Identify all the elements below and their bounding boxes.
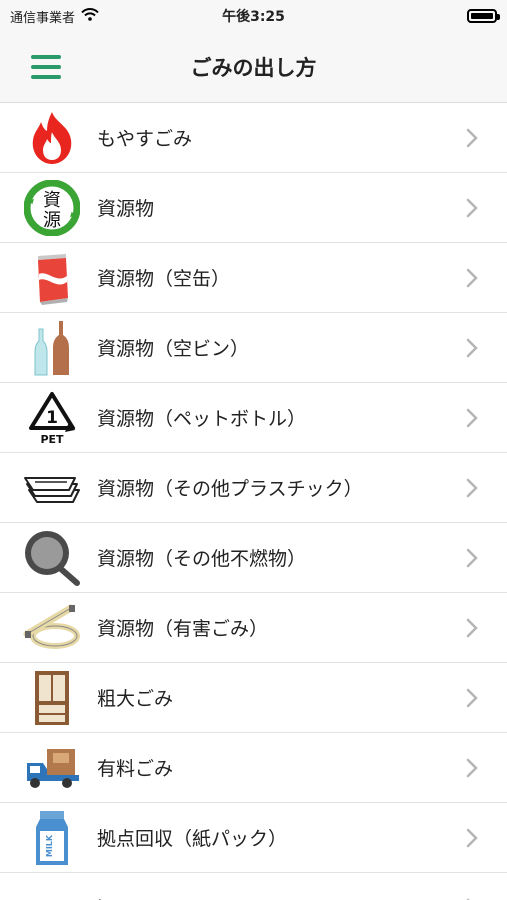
bottles-icon [23, 319, 81, 377]
list-item-oversized[interactable]: 粗大ごみ [0, 663, 507, 733]
cabinet-icon [23, 669, 81, 727]
list-item-cans[interactable]: 資源物（空缶） [0, 243, 507, 313]
hamburger-menu-icon[interactable] [31, 55, 61, 79]
list-item-label: 資源物（その他プラスチック） [97, 478, 363, 500]
chevron-right-icon [457, 618, 487, 638]
chevron-right-icon [457, 268, 487, 288]
list-item-label: 資源物（ペットボトル） [97, 408, 307, 430]
list-item-hazardous[interactable]: 資源物（有害ごみ） [0, 593, 507, 663]
page-title: ごみの出し方 [190, 56, 317, 80]
svg-text:1: 1 [46, 408, 58, 428]
list-item-label: 粗大ごみ [97, 688, 174, 710]
svg-text:源: 源 [43, 210, 61, 231]
list-item-bottles[interactable]: 資源物（空ビン） [0, 313, 507, 383]
chevron-right-icon [457, 548, 487, 568]
list-item-label: 泥 [97, 894, 457, 900]
frying-pan-icon [23, 529, 81, 587]
flame-icon [23, 109, 81, 167]
list-item-other-plastics[interactable]: 資源物（その他プラスチック） [0, 453, 507, 523]
svg-text:資: 資 [43, 190, 61, 211]
list-item-label: 資源物（空ビン） [97, 338, 250, 360]
status-left: 通信事業者 [10, 7, 99, 26]
can-icon [23, 249, 81, 307]
list-item-paid-collection[interactable]: 有料ごみ [0, 733, 507, 803]
chevron-right-icon [457, 758, 487, 778]
svg-text:MILK: MILK [45, 834, 54, 857]
list-item-pet-bottles[interactable]: 1 PET 資源物（ペットボトル） [0, 383, 507, 453]
recycle-resource-icon: 資 源 [23, 179, 81, 237]
list-item-burnable[interactable]: もやすごみ [0, 103, 507, 173]
chevron-right-icon [457, 198, 487, 218]
svg-text:PET: PET [40, 433, 64, 446]
truck-icon [23, 739, 81, 797]
fluorescent-lamp-icon [23, 599, 81, 657]
battery-icon [467, 9, 500, 23]
list-item-resources[interactable]: 資 源 資源物 [0, 173, 507, 243]
status-bar: 通信事業者 午後3:25 [0, 0, 507, 32]
list-item-label: 有料ごみ [97, 758, 174, 780]
milk-carton-icon: MILK [23, 809, 81, 867]
carrier-label: 通信事業者 [10, 10, 76, 26]
garbage-category-list: もやすごみ 資 源 資源物 資源物（空缶） 資源物（空ビン） 1 PET 資源物… [0, 103, 507, 900]
chevron-right-icon [457, 128, 487, 148]
list-item-mud[interactable]: 泥 [0, 873, 507, 900]
wifi-icon [81, 7, 99, 25]
list-item-label: 資源物 [97, 198, 155, 220]
chevron-right-icon [457, 478, 487, 498]
list-item-label: 資源物（その他不燃物） [97, 548, 307, 570]
mud-icon [23, 879, 81, 900]
chevron-right-icon [457, 688, 487, 708]
list-item-paper-packs[interactable]: MILK 拠点回収（紙パック） [0, 803, 507, 873]
list-item-label: もやすごみ [97, 128, 193, 150]
plastic-trays-icon [23, 459, 81, 517]
list-item-label: 資源物（空缶） [97, 268, 231, 290]
pet-recycle-icon: 1 PET [23, 389, 81, 447]
navigation-bar: ごみの出し方 [0, 32, 507, 103]
chevron-right-icon [457, 408, 487, 428]
list-item-label: 拠点回収（紙パック） [97, 828, 288, 850]
list-item-label: 資源物（有害ごみ） [97, 618, 269, 640]
list-item-other-non-burnables[interactable]: 資源物（その他不燃物） [0, 523, 507, 593]
chevron-right-icon [457, 338, 487, 358]
chevron-right-icon [457, 828, 487, 848]
